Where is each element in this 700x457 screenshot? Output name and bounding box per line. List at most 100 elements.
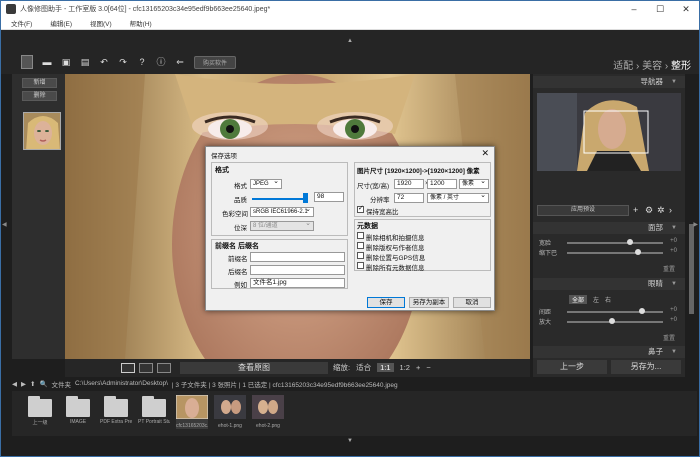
settings-icon[interactable]: ✲	[657, 205, 665, 215]
depth-select[interactable]: 8 位/通道	[250, 220, 314, 231]
maximize-button[interactable]: ☐	[647, 1, 673, 17]
tab-left[interactable]: 左	[593, 295, 599, 304]
save-as-icon[interactable]: ▤	[80, 57, 90, 67]
face-reset-button[interactable]: 重置	[663, 264, 675, 273]
save-button[interactable]: 保存	[367, 297, 405, 308]
undo-icon[interactable]: ↶	[99, 57, 109, 67]
remove-all-metadata-checkbox[interactable]	[357, 262, 364, 269]
slider-knob[interactable]	[627, 239, 633, 245]
film-item-folder[interactable]: PT Portrait Stu...	[138, 395, 170, 429]
open-folder-icon[interactable]: ▬	[42, 57, 52, 67]
menu-view[interactable]: 视图(V)	[90, 18, 112, 28]
eye-distance-slider[interactable]: 间距 +0	[539, 307, 677, 316]
help-icon[interactable]: ?	[137, 57, 147, 67]
face-thumbnail[interactable]	[23, 112, 61, 150]
search-icon[interactable]: 🔍	[39, 380, 47, 388]
undo-step-button[interactable]: 上一步	[537, 360, 607, 374]
zoom-in-button[interactable]: +	[416, 363, 420, 372]
slider-knob[interactable]	[635, 249, 641, 255]
collapse-top-arrow-icon[interactable]: ▲	[347, 38, 353, 44]
apply-preset-select[interactable]: 应用预设	[537, 205, 629, 216]
film-item-folder[interactable]: IMAGE	[62, 395, 94, 429]
format-select[interactable]: JPEG	[250, 178, 282, 189]
resolution-input[interactable]: 72	[394, 193, 424, 203]
navigator-header[interactable]: 导航器 ▼	[533, 76, 685, 88]
compare-view-icon[interactable]	[157, 363, 171, 373]
minimize-button[interactable]: –	[621, 1, 647, 17]
eyes-header[interactable]: 眼睛 ▼	[533, 278, 685, 290]
collapse-left-arrow-icon[interactable]: ◀	[2, 221, 7, 228]
film-item-folder[interactable]: PDF Extra Pre...	[100, 395, 132, 429]
slider-track[interactable]	[567, 252, 663, 254]
dialog-title: 保存选项	[211, 153, 237, 160]
zoom-fit-button[interactable]: 适合	[356, 362, 371, 373]
colorspace-select[interactable]: sRGB IEC61966-2.1	[250, 206, 314, 217]
back-arrow-icon[interactable]: ◀	[12, 380, 17, 388]
delete-button[interactable]: 删除	[22, 91, 57, 101]
film-item-up[interactable]: 上一级	[24, 395, 56, 429]
eyes-reset-button[interactable]: 重置	[663, 333, 675, 342]
resolution-unit-select[interactable]: 像素 / 英寸	[427, 192, 489, 203]
save-as-button[interactable]: 另存为...	[611, 360, 681, 374]
slider-track[interactable]	[567, 321, 663, 323]
folder-path[interactable]: C:\Users\Administrator\Desktop\	[75, 380, 168, 387]
forward-arrow-icon[interactable]: ▶	[21, 380, 26, 388]
single-view-icon[interactable]	[121, 363, 135, 373]
dialog-close-button[interactable]: ✕	[481, 148, 489, 159]
tab-both[interactable]: 全部	[569, 295, 588, 304]
film-item-photo[interactable]: ehot-1.png	[214, 395, 246, 429]
collapse-right-arrow-icon[interactable]: ▶	[693, 221, 698, 228]
slider-knob[interactable]	[639, 308, 645, 314]
slider-track[interactable]	[567, 311, 663, 313]
film-item-photo[interactable]: ehot-2.png	[252, 395, 284, 429]
slider-knob[interactable]	[609, 318, 615, 324]
height-input[interactable]: 1200	[427, 179, 457, 189]
split-view-icon[interactable]	[139, 363, 153, 373]
suffix-input[interactable]	[250, 265, 345, 275]
keep-ratio-checkbox[interactable]	[357, 204, 364, 213]
save-icon[interactable]: ▣	[61, 57, 71, 67]
remove-copyright-checkbox[interactable]	[357, 242, 364, 249]
quality-input[interactable]: 98	[314, 192, 344, 202]
nav-step-beauty[interactable]: 美容	[642, 61, 662, 72]
zoom-1-2-button[interactable]: 1:2	[400, 363, 410, 372]
remove-camera-checkbox[interactable]	[357, 232, 364, 239]
register-icon[interactable]: ⇐	[175, 57, 185, 67]
add-preset-icon[interactable]: +	[633, 205, 638, 215]
buy-software-button[interactable]: 购买软件	[194, 55, 237, 69]
redo-icon[interactable]: ↷	[118, 57, 128, 67]
navigator-preview[interactable]	[537, 93, 681, 171]
size-unit-select[interactable]: 像素	[459, 178, 489, 189]
prefix-input[interactable]	[250, 252, 345, 262]
width-input[interactable]: 1920	[394, 179, 424, 189]
save-copy-button[interactable]: 另存为副本	[409, 297, 449, 308]
nav-step-reshape[interactable]: 整形	[671, 61, 691, 72]
info-icon[interactable]: ⓘ	[156, 57, 166, 67]
view-original-button[interactable]: 查看原图	[180, 362, 328, 374]
chin-slider[interactable]: 缩下巴 +0	[539, 248, 677, 257]
collapse-bottom-arrow-icon[interactable]: ▼	[347, 438, 353, 444]
view-bar: 查看原图 缩放: 适合 1:1 1:2 + −	[65, 359, 530, 377]
tab-right[interactable]: 右	[605, 295, 611, 304]
scrollbar-thumb[interactable]	[689, 224, 694, 314]
close-window-button[interactable]: ✕	[673, 1, 699, 17]
remove-gps-checkbox[interactable]	[357, 252, 364, 259]
cancel-button[interactable]: 取消	[453, 297, 491, 308]
chevron-right-icon[interactable]: ›	[669, 205, 672, 215]
zoom-1-1-button[interactable]: 1:1	[377, 363, 394, 372]
menu-edit[interactable]: 编辑(E)	[50, 18, 72, 28]
face-width-slider[interactable]: 宽脸 +0	[539, 238, 677, 247]
quality-slider-knob[interactable]	[303, 193, 308, 203]
menu-help[interactable]: 帮助(H)	[130, 18, 152, 28]
zoom-out-button[interactable]: −	[426, 363, 430, 372]
nav-step-fit[interactable]: 适配	[613, 61, 633, 72]
new-button[interactable]: 新增	[22, 78, 57, 88]
gear-icon[interactable]: ⚙	[645, 205, 653, 215]
face-header[interactable]: 面部 ▼	[533, 222, 685, 234]
film-item-photo-selected[interactable]: cfc13165203c...	[175, 394, 209, 429]
up-folder-icon[interactable]: ⬆	[30, 380, 35, 388]
nose-header[interactable]: 鼻子 ▼	[533, 346, 685, 358]
slider-track[interactable]	[567, 242, 663, 244]
menu-file[interactable]: 文件(F)	[11, 18, 32, 28]
eye-enlarge-slider[interactable]: 放大 +0	[539, 317, 677, 326]
